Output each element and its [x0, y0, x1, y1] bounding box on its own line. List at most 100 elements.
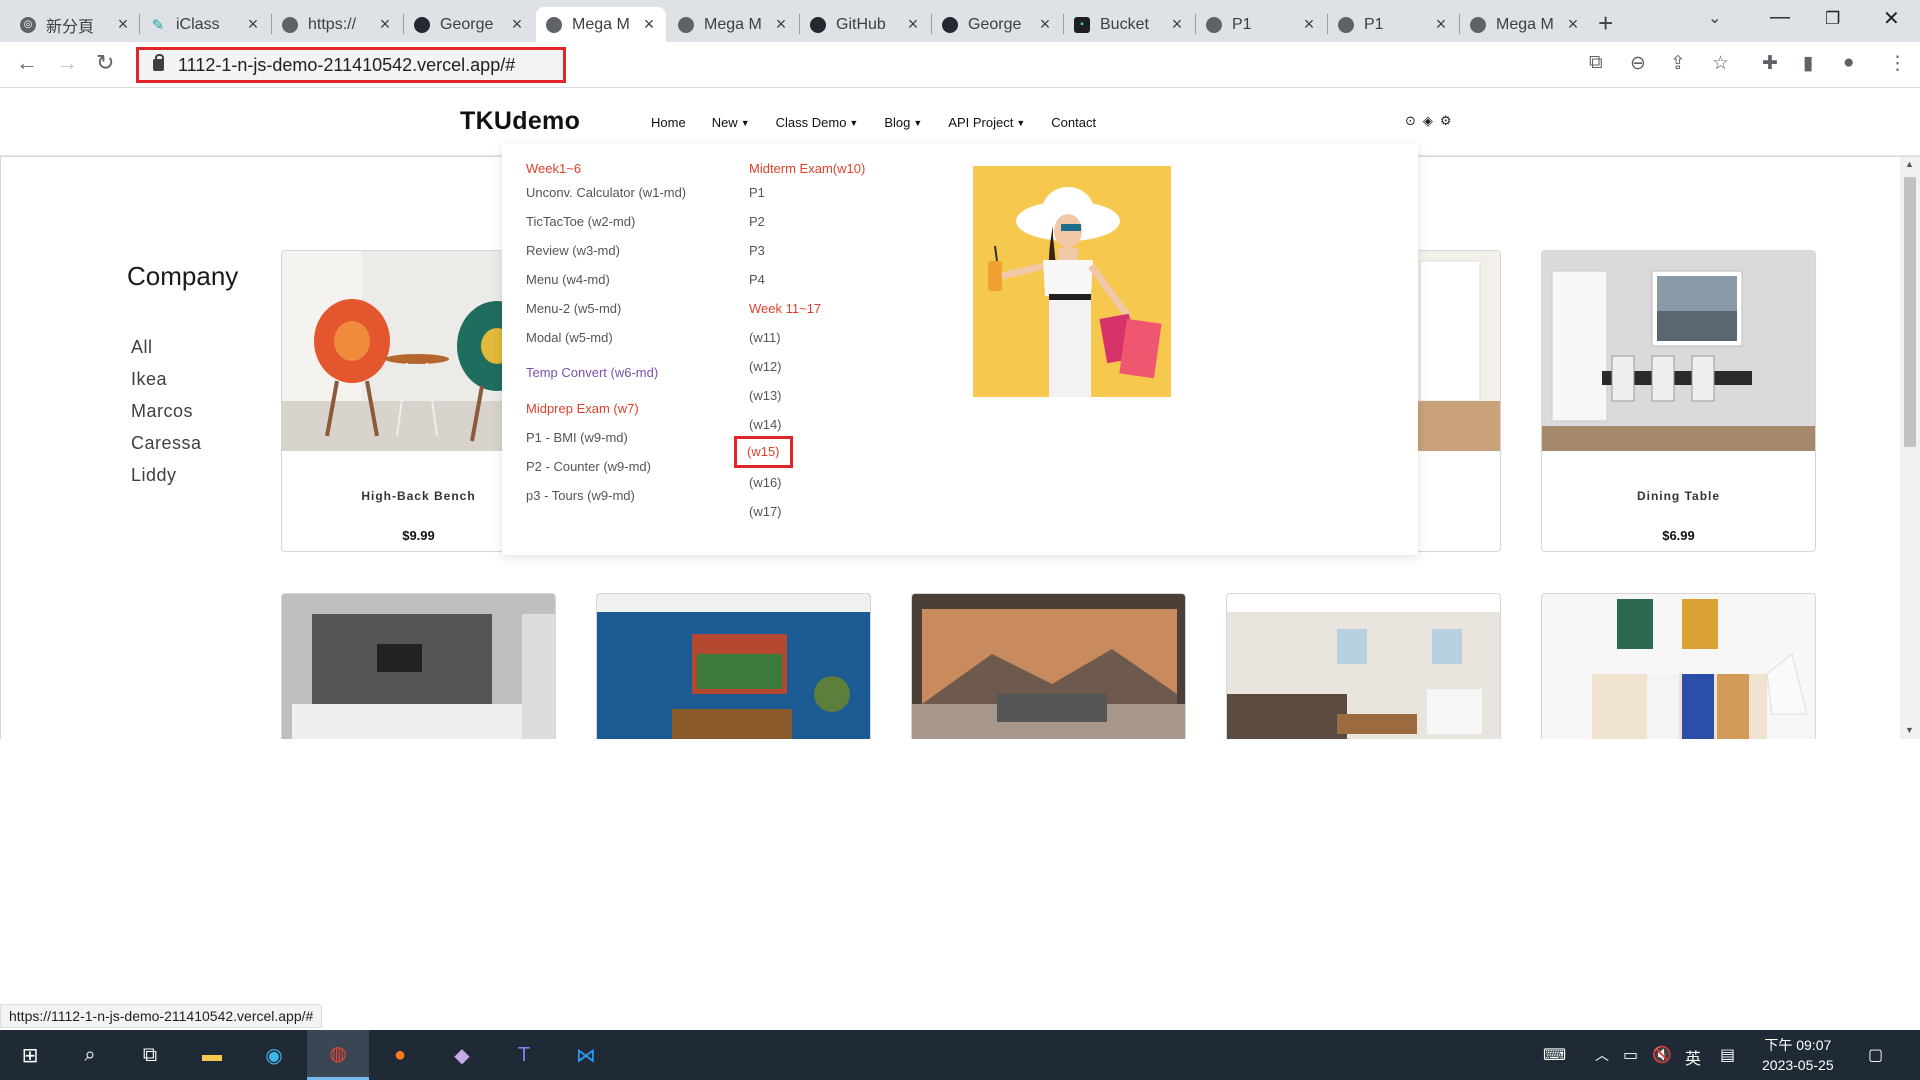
mega-menu-link[interactable]: Unconv. Calculator (w1-md): [526, 178, 686, 207]
browser-tab[interactable]: Mega M ×: [668, 7, 798, 42]
side-panel-icon[interactable]: ▮: [1803, 52, 1813, 75]
company-filter-marcos[interactable]: Marcos: [131, 401, 202, 433]
mega-menu-header[interactable]: Temp Convert (w6-md): [526, 358, 658, 387]
browser-tab[interactable]: George ×: [404, 7, 534, 42]
scrollbar-thumb[interactable]: [1904, 177, 1916, 447]
mega-menu-link[interactable]: P3: [749, 236, 765, 265]
mega-menu-link[interactable]: (w15): [734, 436, 793, 468]
gear-icon[interactable]: ⚙: [1440, 113, 1459, 128]
tab-close-icon[interactable]: ×: [1432, 14, 1450, 35]
page-scrollbar[interactable]: ▲ ▼: [1900, 157, 1920, 739]
company-filter-caressa[interactable]: Caressa: [131, 433, 202, 465]
nav-item-class-demo[interactable]: Class Demo ▼: [776, 115, 859, 130]
mega-menu-link[interactable]: (w17): [749, 497, 782, 526]
mega-menu-header[interactable]: Midprep Exam (w7): [526, 394, 639, 423]
mega-menu-link[interactable]: P1 - BMI (w9-md): [526, 423, 628, 452]
file-explorer-icon[interactable]: ▬: [196, 1039, 228, 1071]
tab-close-icon[interactable]: ×: [640, 14, 658, 35]
company-filter-ikea[interactable]: Ikea: [131, 369, 202, 401]
more-menu-icon[interactable]: ⋮: [1888, 52, 1907, 75]
mega-menu-link[interactable]: (w13): [749, 381, 782, 410]
browser-tab[interactable]: ▪ Bucket ×: [1064, 7, 1194, 42]
network-icon[interactable]: ▭: [1623, 1045, 1638, 1065]
ime-mode-icon[interactable]: ▤: [1720, 1045, 1735, 1065]
mega-menu-link[interactable]: P1: [749, 178, 765, 207]
product-card[interactable]: Dining Table $6.99: [1541, 250, 1816, 552]
tab-close-icon[interactable]: ×: [1564, 14, 1582, 35]
vscode-icon[interactable]: ⋈: [570, 1039, 602, 1071]
mega-menu-link[interactable]: Menu-2 (w5-md): [526, 294, 621, 323]
mega-menu-header[interactable]: Midterm Exam(w10): [749, 154, 865, 183]
product-card[interactable]: [911, 593, 1186, 739]
browser-tab[interactable]: George ×: [932, 7, 1062, 42]
mega-menu-link[interactable]: P2 - Counter (w9-md): [526, 452, 651, 481]
browser-tab[interactable]: P1 ×: [1328, 7, 1458, 42]
tab-close-icon[interactable]: ×: [376, 14, 394, 35]
site-logo[interactable]: TKUdemo: [460, 107, 580, 136]
task-view-icon[interactable]: ⧉: [134, 1039, 166, 1071]
tab-close-icon[interactable]: ×: [772, 14, 790, 35]
bookmark-star-icon[interactable]: ☆: [1712, 52, 1729, 75]
ime-language[interactable]: 英: [1685, 1045, 1701, 1069]
extensions-puzzle-icon[interactable]: ✚: [1762, 52, 1778, 75]
profile-avatar-icon[interactable]: ●: [1843, 52, 1854, 74]
input-mode-icon[interactable]: ⌨: [1543, 1045, 1566, 1065]
tab-search-chevron-icon[interactable]: ⌄: [1708, 8, 1721, 28]
tab-close-icon[interactable]: ×: [1036, 14, 1054, 35]
forward-arrow-icon[interactable]: →: [56, 50, 78, 76]
browser-tab[interactable]: https:// ×: [272, 7, 402, 42]
mega-menu-link[interactable]: P2: [749, 207, 765, 236]
scroll-up-icon[interactable]: ▲: [1905, 159, 1914, 169]
search-icon[interactable]: ⌕: [74, 1039, 106, 1071]
restore-icon[interactable]: ❐: [1825, 9, 1840, 29]
browser-tab[interactable]: GitHub ×: [800, 7, 930, 42]
minimize-icon[interactable]: —: [1770, 6, 1790, 29]
volume-muted-icon[interactable]: 🔇: [1652, 1045, 1672, 1065]
product-card[interactable]: [1226, 593, 1501, 739]
new-tab-button[interactable]: +: [1598, 8, 1613, 39]
product-card[interactable]: [1541, 593, 1816, 739]
close-window-icon[interactable]: ✕: [1883, 6, 1900, 31]
devtools-app-icon[interactable]: ◆: [446, 1039, 478, 1071]
mega-menu-link[interactable]: (w12): [749, 352, 782, 381]
mega-menu-link[interactable]: p3 - Tours (w9-md): [526, 481, 635, 510]
tab-close-icon[interactable]: ×: [1300, 14, 1318, 35]
tab-close-icon[interactable]: ×: [508, 14, 526, 35]
zoom-icon[interactable]: ⊖: [1630, 52, 1646, 75]
tab-close-icon[interactable]: ×: [114, 14, 132, 35]
mega-menu-link[interactable]: Review (w3-md): [526, 236, 620, 265]
mega-menu-link[interactable]: (w11): [749, 323, 781, 352]
mega-menu-header[interactable]: Week 11~17: [749, 294, 821, 323]
company-filter-liddy[interactable]: Liddy: [131, 465, 202, 497]
mega-menu-link[interactable]: (w14): [749, 410, 782, 439]
github-icon[interactable]: ⊙: [1405, 113, 1423, 128]
nav-item-api-project[interactable]: API Project ▼: [948, 115, 1025, 130]
diamond-icon[interactable]: ◈: [1423, 113, 1440, 128]
mega-menu-link[interactable]: P4: [749, 265, 765, 294]
scroll-down-icon[interactable]: ▼: [1905, 725, 1914, 735]
browser-tab[interactable]: Mega M ×: [1460, 7, 1590, 42]
company-filter-all[interactable]: All: [131, 337, 202, 369]
product-card[interactable]: [281, 593, 556, 739]
address-bar[interactable]: 1112-1-n-js-demo-211410542.vercel.app/#: [136, 47, 566, 83]
share-icon[interactable]: ⇪: [1670, 52, 1686, 75]
reload-icon[interactable]: ↻: [96, 50, 114, 76]
mega-menu-link[interactable]: (w16): [749, 468, 782, 497]
notification-icon[interactable]: ▢: [1868, 1045, 1883, 1065]
nav-item-new[interactable]: New ▼: [712, 115, 750, 130]
windows-start-icon[interactable]: ⊞: [14, 1039, 46, 1071]
nav-item-contact[interactable]: Contact: [1051, 115, 1096, 130]
tab-close-icon[interactable]: ×: [904, 14, 922, 35]
nav-item-blog[interactable]: Blog ▼: [884, 115, 922, 130]
mega-menu-link[interactable]: Menu (w4-md): [526, 265, 610, 294]
browser-tab[interactable]: P1 ×: [1196, 7, 1326, 42]
nav-item-home[interactable]: Home: [651, 115, 686, 130]
tab-close-icon[interactable]: ×: [244, 14, 262, 35]
system-clock[interactable]: 下午 09:07 2023-05-25: [1762, 1035, 1834, 1075]
mega-menu-link[interactable]: Modal (w5-md): [526, 323, 613, 352]
translate-icon[interactable]: ⧉: [1589, 52, 1603, 74]
chrome-icon[interactable]: ◍: [307, 1030, 369, 1080]
teams-icon[interactable]: T: [508, 1039, 540, 1071]
browser-tab[interactable]: ✎ iClass ×: [140, 7, 270, 42]
firefox-icon[interactable]: ●: [384, 1039, 416, 1071]
